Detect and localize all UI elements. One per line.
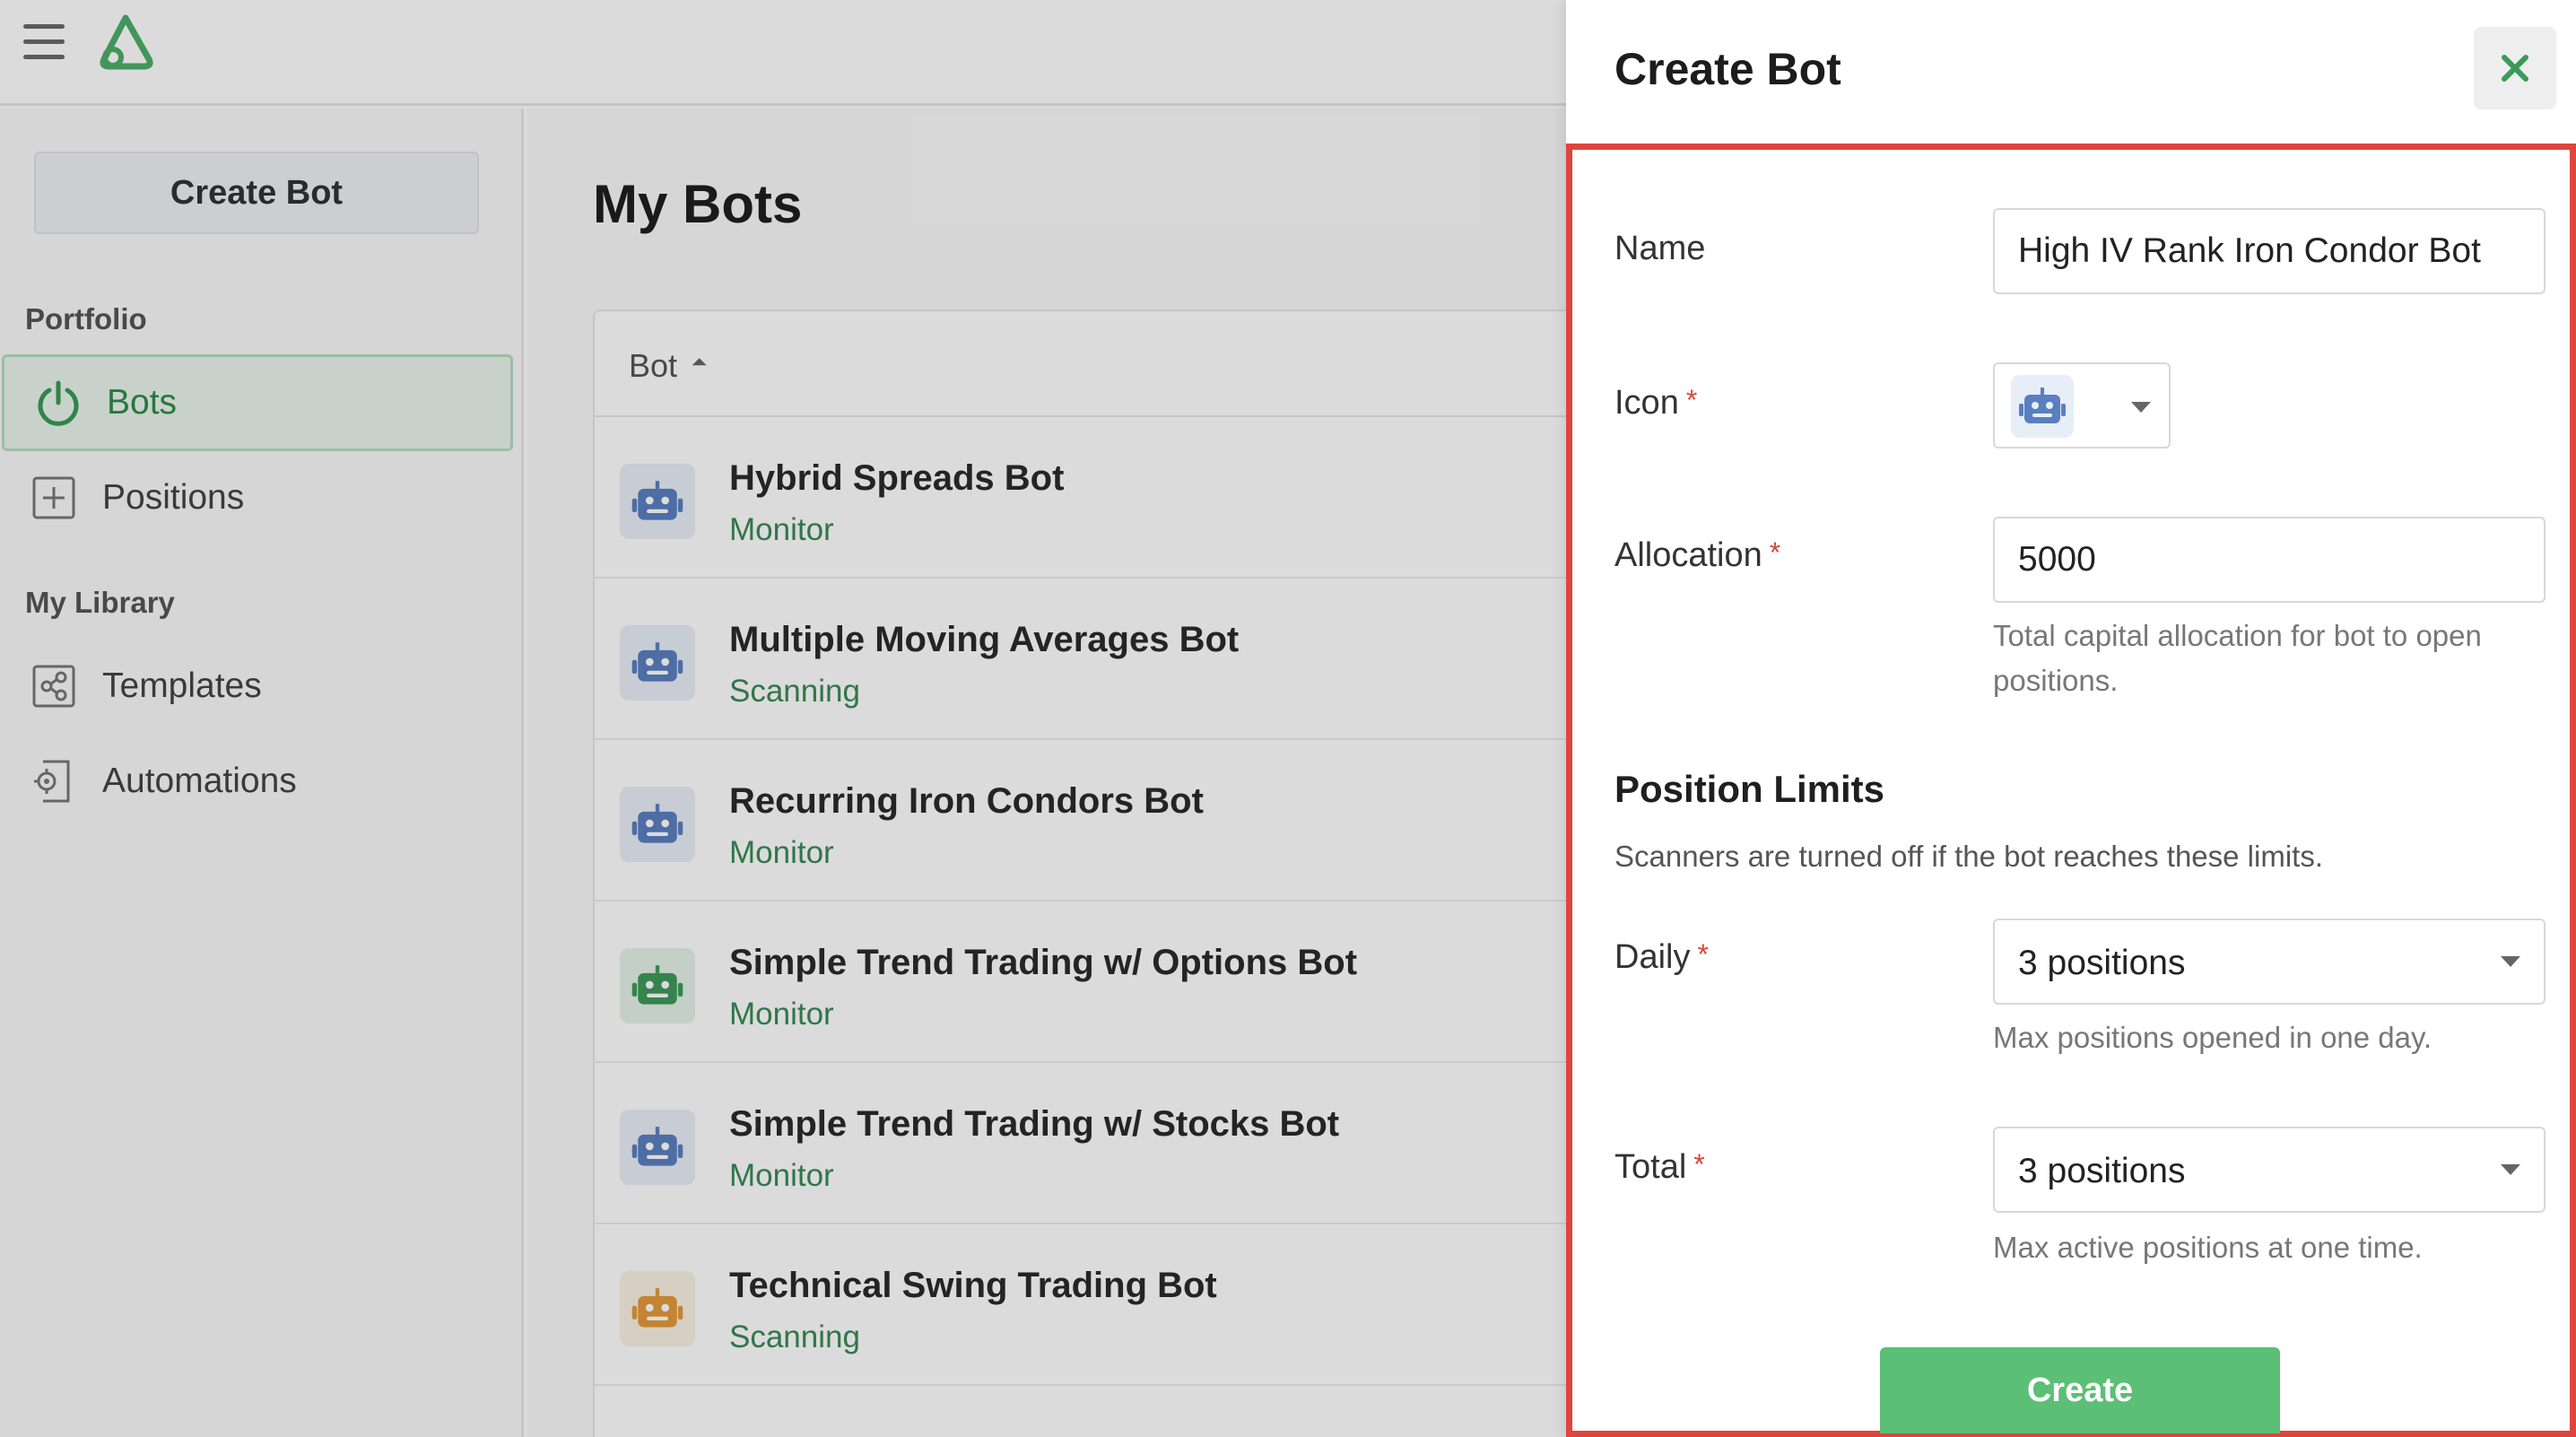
total-limit-select[interactable]: 3 positions <box>1993 1127 2546 1213</box>
allocation-help-text: Total capital allocation for bot to open… <box>1993 619 2482 697</box>
name-input[interactable] <box>1993 208 2546 294</box>
allocation-label: Allocation * <box>1614 536 1780 575</box>
daily-label-text: Daily <box>1614 938 1691 976</box>
allocation-label-text: Allocation <box>1614 536 1762 574</box>
required-mark: * <box>1693 1148 1705 1180</box>
total-limit-value: 3 positions <box>2018 1152 2186 1190</box>
icon-label-text: Icon <box>1614 384 1679 422</box>
position-limits-description: Scanners are turned off if the bot reach… <box>1614 840 2323 873</box>
total-label: Total * <box>1614 1148 1705 1187</box>
name-label-text: Name <box>1614 230 1706 267</box>
chevron-down-icon <box>2501 1164 2520 1175</box>
robot-icon <box>2011 375 2074 438</box>
chevron-down-icon <box>2131 402 2151 413</box>
create-button[interactable]: Create <box>1880 1347 2280 1433</box>
position-limits-title: Position Limits <box>1614 768 1885 810</box>
total-label-text: Total <box>1614 1148 1687 1186</box>
icon-select[interactable] <box>1993 362 2171 449</box>
create-bot-drawer: Create Bot Name Icon* Allo <box>1566 0 2576 1437</box>
daily-help-text: Max positions opened in one day. <box>1993 1021 2432 1054</box>
daily-limit-select[interactable]: 3 positions <box>1993 919 2546 1005</box>
chevron-down-icon <box>2501 956 2520 967</box>
modal-backdrop[interactable] <box>0 0 1566 1437</box>
required-mark: * <box>1697 938 1709 971</box>
required-mark: * <box>1685 384 1698 416</box>
required-mark: * <box>1769 536 1781 569</box>
close-icon <box>2502 55 2528 82</box>
icon-label: Icon * <box>1614 384 1697 422</box>
allocation-input[interactable] <box>1993 517 2546 603</box>
close-button[interactable] <box>2474 27 2556 109</box>
name-label: Name <box>1614 230 1705 268</box>
drawer-title: Create Bot <box>1614 44 1841 94</box>
daily-limit-value: 3 positions <box>2018 944 2186 982</box>
daily-label: Daily * <box>1614 938 1709 977</box>
total-help-text: Max active positions at one time. <box>1993 1231 2423 1264</box>
